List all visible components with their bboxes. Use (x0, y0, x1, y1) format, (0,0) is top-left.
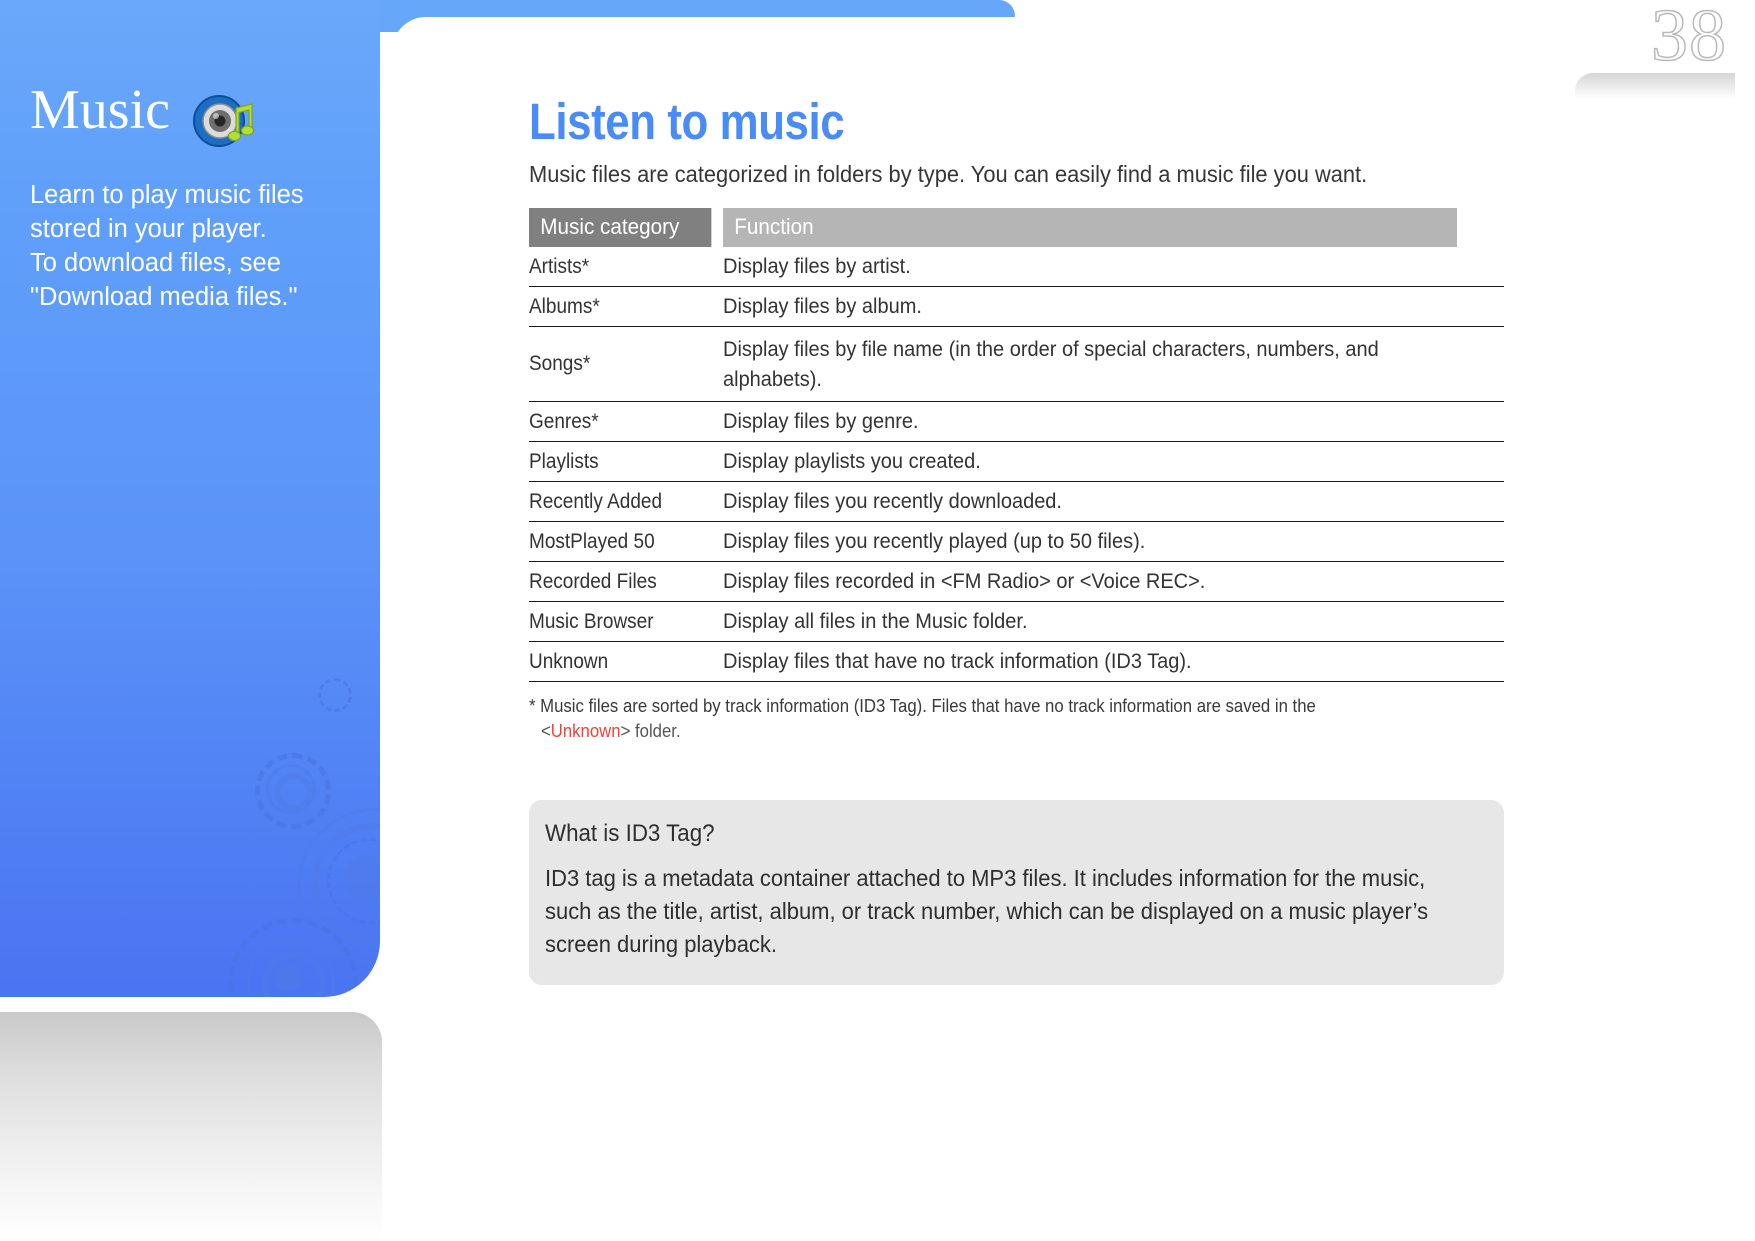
category-label: Playlists (529, 448, 599, 473)
footnote-bracket-open: < (541, 720, 551, 741)
function-cell: Display files you recently downloaded. (723, 481, 1504, 522)
function-cell: Display files recorded in <FM Radio> or … (723, 561, 1504, 602)
function-label: Display files by genre. (723, 408, 919, 433)
decorative-circle-lower-core (275, 965, 301, 991)
table-body: Artists* Display files by artist. Albums… (529, 246, 1504, 682)
category-label: Recently Added (529, 488, 663, 513)
decorative-circle-ring-c (275, 773, 313, 811)
function-cell: Display files by album. (723, 286, 1504, 327)
category-label: Songs* (529, 351, 591, 376)
function-cell: Display files that have no track informa… (723, 641, 1504, 682)
info-box: What is ID3 Tag? ID3 tag is a metadata c… (529, 799, 1504, 985)
footnote-bracket-close: > folder. (620, 720, 681, 741)
category-label: Genres* (529, 408, 599, 433)
table-row: Recorded Files Display files recorded in… (529, 561, 1504, 602)
section-heading: Listen to music (529, 93, 845, 150)
category-label: Albums* (529, 293, 600, 318)
table-header-row: Music category Function (529, 207, 1504, 247)
footnote-line-1: * Music files are sorted by track inform… (529, 695, 1316, 716)
table-row: Unknown Display files that have no track… (529, 641, 1504, 682)
function-label: Display all files in the Music folder. (723, 608, 1028, 633)
table-row: Songs* Display files by file name (in th… (529, 326, 1504, 402)
function-label: Display files you recently played (up to… (723, 528, 1146, 553)
function-cell: Display files you recently played (up to… (723, 521, 1504, 562)
category-label: MostPlayed 50 (529, 528, 655, 553)
sidebar: Music Learn to play music files stored i… (0, 0, 380, 997)
function-label: Display files that have no track informa… (723, 648, 1192, 673)
bottom-tab (0, 1012, 382, 1241)
table-row: Albums* Display files by album. (529, 286, 1504, 327)
category-cell[interactable]: MostPlayed 50 (529, 521, 714, 562)
category-cell[interactable]: Music Browser (529, 601, 714, 642)
category-cell[interactable]: Genres* (529, 401, 714, 442)
function-label: Display files by file name (in the order… (723, 336, 1379, 391)
table-row: Music Browser Display all files in the M… (529, 601, 1504, 642)
table-header-function: Function (723, 207, 1458, 247)
function-cell: Display all files in the Music folder. (723, 601, 1504, 642)
function-cell: Display files by genre. (723, 401, 1504, 442)
function-cell: Display playlists you created. (723, 441, 1504, 482)
category-label: Unknown (529, 648, 609, 673)
main-content: Listen to music Music files are categori… (529, 95, 1509, 985)
category-cell[interactable]: Playlists (529, 441, 714, 482)
table-header-category: Music category (529, 207, 712, 247)
table-footnote: * Music files are sorted by track inform… (529, 694, 1469, 744)
decorative-circle-small (318, 678, 352, 712)
category-cell[interactable]: Recently Added (529, 481, 714, 522)
function-label: Display files you recently downloaded. (723, 488, 1062, 513)
category-cell[interactable]: Recorded Files (529, 561, 714, 602)
table-row: MostPlayed 50 Display files you recently… (529, 521, 1504, 562)
info-box-title: What is ID3 Tag? (545, 819, 715, 847)
content-panel-corner (392, 17, 1755, 77)
page-title: Music (30, 79, 170, 141)
category-label: Artists* (529, 253, 590, 278)
footnote-line-2: <Unknown> folder. (529, 719, 1469, 744)
table-row: Recently Added Display files you recentl… (529, 481, 1504, 522)
footnote-highlight: Unknown (550, 720, 621, 741)
sidebar-description: Learn to play music files stored in your… (30, 181, 304, 311)
function-cell: Display files by file name (in the order… (723, 326, 1504, 402)
music-category-table: Music category Function Artists* Display… (529, 207, 1504, 682)
category-label: Music Browser (529, 608, 654, 633)
page-number: 38 (1650, 0, 1727, 78)
category-cell[interactable]: Artists* (529, 246, 714, 287)
music-speaker-icon (192, 94, 258, 150)
category-cell[interactable]: Albums* (529, 286, 714, 327)
category-label: Recorded Files (529, 568, 657, 593)
function-label: Display files by album. (723, 293, 922, 318)
function-label: Display files recorded in <FM Radio> or … (723, 568, 1206, 593)
function-label: Display playlists you created. (723, 448, 981, 473)
table-row: Playlists Display playlists you created. (529, 441, 1504, 482)
info-box-body: ID3 tag is a metadata container attached… (545, 864, 1429, 957)
function-cell: Display files by artist. (723, 246, 1504, 287)
function-label: Display files by artist. (723, 253, 911, 278)
category-cell[interactable]: Songs* (529, 326, 714, 402)
section-intro: Music files are categorized in folders b… (529, 160, 1368, 187)
table-row: Artists* Display files by artist. (529, 246, 1504, 287)
category-cell[interactable]: Unknown (529, 641, 714, 682)
table-row: Genres* Display files by genre. (529, 401, 1504, 442)
